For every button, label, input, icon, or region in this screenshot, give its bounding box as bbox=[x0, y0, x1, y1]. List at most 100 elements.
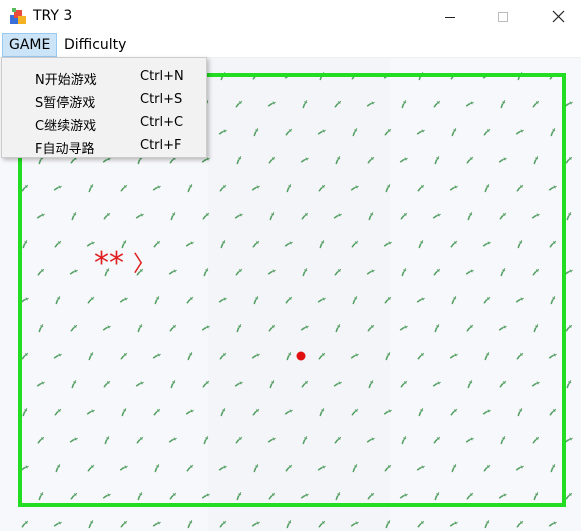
snake-body: ** bbox=[94, 246, 124, 281]
leaf-sprig bbox=[202, 380, 210, 388]
minimize-button[interactable] bbox=[427, 0, 473, 33]
leaf-sprig bbox=[284, 409, 293, 415]
leaf-sprig bbox=[333, 381, 342, 387]
leaf-sprig bbox=[300, 493, 309, 499]
leaf-sprig bbox=[268, 156, 276, 164]
leaf-sprig bbox=[87, 464, 95, 472]
leaf-sprig bbox=[154, 296, 160, 305]
leaf-sprig bbox=[401, 436, 407, 445]
leaf-sprig bbox=[169, 324, 177, 332]
leaf-sprig bbox=[319, 408, 325, 417]
leaf-sprig bbox=[135, 213, 144, 219]
leaf-sprig bbox=[385, 184, 391, 193]
menu-game[interactable]: GAME bbox=[2, 33, 58, 57]
leaf-sprig bbox=[119, 297, 128, 303]
leaf-sprig bbox=[120, 520, 128, 528]
leaf-sprig bbox=[203, 268, 209, 277]
leaf-sprig bbox=[53, 353, 62, 359]
leaf-sprig bbox=[300, 325, 309, 331]
leaf-sprig bbox=[335, 156, 341, 165]
leaf-sprig bbox=[301, 212, 309, 220]
leaf-sprig bbox=[498, 157, 507, 163]
leaf-sprig bbox=[121, 408, 127, 417]
leaf-sprig bbox=[302, 268, 308, 277]
leaf-sprig bbox=[550, 128, 556, 137]
game-dropdown-menu: N开始游戏 Ctrl+N S暂停游戏 Ctrl+S C继续游戏 Ctrl+C F… bbox=[1, 57, 207, 158]
leaf-sprig bbox=[88, 520, 94, 529]
leaf-sprig bbox=[153, 240, 161, 248]
window-title: TRY 3 bbox=[33, 8, 73, 24]
leaf-sprig bbox=[367, 156, 375, 164]
leaf-sprig bbox=[516, 520, 524, 528]
leaf-sprig bbox=[516, 184, 524, 192]
leaf-sprig bbox=[235, 268, 243, 276]
leaf-sprig bbox=[186, 464, 194, 472]
leaf-sprig bbox=[548, 185, 557, 191]
menu-item-new-game[interactable]: N开始游戏 Ctrl+N bbox=[2, 66, 206, 88]
leaf-sprig bbox=[285, 128, 293, 136]
leaf-sprig bbox=[152, 185, 161, 191]
leaf-sprig bbox=[152, 521, 161, 527]
leaf-sprig bbox=[366, 101, 375, 107]
menu-difficulty[interactable]: Difficulty bbox=[62, 33, 128, 57]
leaf-sprig bbox=[466, 156, 474, 164]
leaf-sprig bbox=[498, 325, 507, 331]
leaf-sprig bbox=[119, 465, 128, 471]
leaf-sprig bbox=[384, 296, 392, 304]
leaf-sprig bbox=[515, 129, 524, 135]
leaf-sprig bbox=[136, 436, 144, 444]
leaf-sprig bbox=[218, 297, 227, 303]
leaf-sprig bbox=[267, 269, 276, 275]
leaf-sprig bbox=[317, 129, 326, 135]
leaf-sprig bbox=[152, 353, 161, 359]
leaf-sprig bbox=[104, 436, 110, 445]
leaf-sprig bbox=[154, 464, 160, 473]
leaf-sprig bbox=[137, 324, 143, 333]
leaf-sprig bbox=[302, 100, 308, 109]
close-button[interactable] bbox=[535, 0, 581, 33]
leaf-sprig bbox=[531, 381, 540, 387]
leaf-sprig bbox=[267, 101, 276, 107]
leaf-sprig bbox=[333, 213, 342, 219]
leaf-sprig bbox=[319, 240, 325, 249]
leaf-sprig bbox=[483, 128, 491, 136]
leaf-sprig bbox=[253, 296, 259, 305]
title-bar: TRY 3 bbox=[0, 0, 581, 33]
leaf-sprig bbox=[549, 240, 557, 248]
leaf-sprig bbox=[383, 241, 392, 247]
leaf-sprig bbox=[55, 296, 61, 305]
leaf-sprig bbox=[418, 240, 424, 249]
leaf-sprig bbox=[417, 520, 425, 528]
leaf-sprig bbox=[38, 324, 44, 333]
leaf-sprig bbox=[399, 493, 408, 499]
leaf-sprig bbox=[251, 353, 260, 359]
leaf-sprig bbox=[251, 185, 260, 191]
leaf-sprig bbox=[286, 352, 292, 361]
leaf-sprig bbox=[401, 100, 407, 109]
leaf-sprig bbox=[36, 213, 45, 219]
leaf-sprig bbox=[368, 212, 374, 221]
leaf-sprig bbox=[203, 436, 209, 445]
leaf-sprig bbox=[499, 380, 507, 388]
menu-item-auto-pathfind[interactable]: F自动寻路 Ctrl+F bbox=[2, 135, 206, 157]
leaf-sprig bbox=[88, 184, 94, 193]
leaf-sprig bbox=[565, 156, 573, 164]
menu-item-pause-game[interactable]: S暂停游戏 Ctrl+S bbox=[2, 89, 206, 111]
leaf-sprig bbox=[352, 128, 358, 137]
leaf-sprig bbox=[252, 408, 260, 416]
leaf-sprig bbox=[201, 493, 210, 499]
leaf-sprig bbox=[531, 213, 540, 219]
leaf-sprig bbox=[400, 212, 408, 220]
leaf-sprig bbox=[352, 296, 358, 305]
leaf-sprig bbox=[137, 492, 143, 501]
leaf-sprig bbox=[401, 268, 407, 277]
leaf-sprig bbox=[70, 324, 78, 332]
leaf-sprig bbox=[87, 296, 95, 304]
maximize-button[interactable] bbox=[480, 0, 526, 33]
leaf-sprig bbox=[385, 520, 391, 529]
menu-item-continue-game[interactable]: C继续游戏 Ctrl+C bbox=[2, 112, 206, 134]
leaf-sprig bbox=[168, 269, 177, 275]
leaf-sprig bbox=[434, 492, 440, 501]
leaf-sprig bbox=[465, 101, 474, 107]
leaf-sprig bbox=[549, 408, 557, 416]
